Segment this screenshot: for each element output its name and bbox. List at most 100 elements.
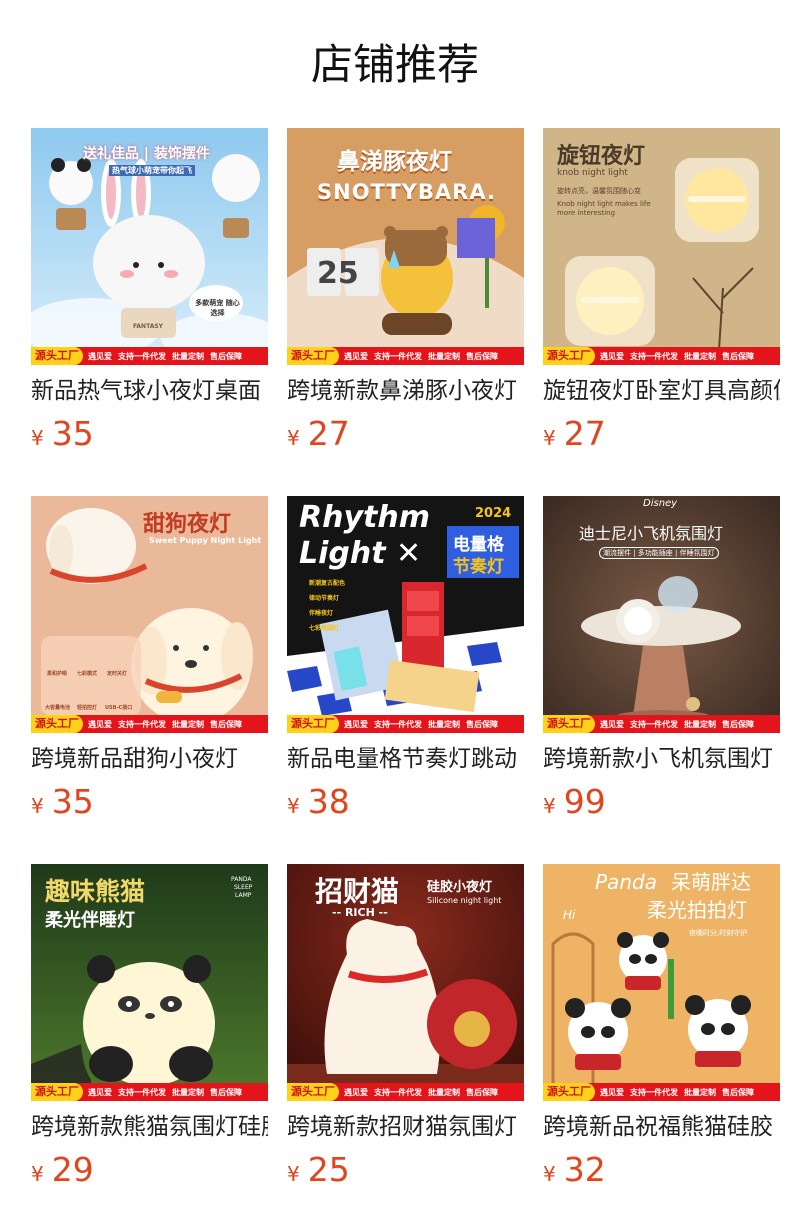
promo-tag: 批量定制: [684, 351, 716, 361]
factory-badge: 源头工厂: [543, 1083, 595, 1101]
product-card[interactable]: Panda 呆萌胖达 柔光拍拍灯 夜晚时分,时刻守护 Hi 源头工厂 遇见爱 支持…: [543, 864, 780, 1194]
promo-banner: 源头工厂 遇见爱 支持一件代发 批量定制 售后保障: [543, 715, 780, 733]
factory-badge: 源头工厂: [287, 1083, 339, 1101]
product-card[interactable]: 趣味熊猫 柔光伴睡灯 PANDA SLEEP LAMP 源头工厂 遇见爱 支持一件…: [31, 864, 268, 1194]
product-image[interactable]: 鼻涕豚夜灯 SNOTTYBARA. 25: [287, 128, 524, 365]
promo-tag: 批量定制: [428, 1087, 460, 1097]
product-card[interactable]: 甜狗夜灯 Sweet Puppy Night Light 柔和护眼 七彩模式 定…: [31, 496, 268, 826]
image-caption: Sweet Puppy Night Light: [149, 536, 262, 545]
promo-banner: 源头工厂 遇见爱 支持一件代发 批量定制 售后保障: [31, 1083, 268, 1101]
promo-banner: 源头工厂 遇见爱 支持一件代发 批量定制 售后保障: [287, 1083, 524, 1101]
image-caption: Panda: [595, 870, 657, 894]
promo-tag: 遇见爱: [600, 351, 624, 361]
factory-badge: 源头工厂: [287, 715, 339, 733]
product-image[interactable]: 旋钮夜灯 knob night light 旋转点亮，温馨氛围随心变 Knob …: [543, 128, 780, 365]
image-caption: SLEEP: [234, 884, 253, 891]
image-caption: knob night light: [557, 168, 628, 178]
promo-banner: 源头工厂 遇见爱 支持一件代发 批量定制 售后保障: [31, 715, 268, 733]
image-caption: -- RICH --: [332, 906, 388, 919]
image-caption: 旋钮夜灯: [557, 144, 646, 169]
price-value: 99: [563, 782, 606, 821]
promo-tag: 售后保障: [210, 1087, 242, 1097]
promo-banner: 源头工厂 遇见爱 支持一件代发 批量定制 售后保障: [287, 347, 524, 365]
product-price: ¥27: [543, 414, 606, 454]
product-name[interactable]: 跨境新款鼻涕豚小夜灯: [287, 374, 524, 408]
image-caption: Knob night light makes life: [557, 200, 651, 208]
promo-tag: 支持一件代发: [630, 351, 678, 361]
image-caption: 伴睡夜灯: [309, 610, 334, 617]
product-price: ¥32: [543, 1150, 606, 1190]
promo-tag: 售后保障: [466, 719, 498, 729]
image-caption: 七彩模式: [77, 671, 98, 677]
promo-tag: 售后保障: [722, 351, 754, 361]
image-caption: 硅胶小夜灯: [427, 880, 493, 895]
section-title: 店铺推荐: [310, 40, 479, 89]
price-value: 27: [307, 414, 350, 453]
image-caption: 多款萌宠 随心选择: [195, 299, 240, 317]
product-name[interactable]: 跨境新品甜狗小夜灯: [31, 742, 268, 776]
product-name[interactable]: 跨境新款招财猫氛围灯: [287, 1110, 524, 1144]
image-caption: 趣味熊猫: [45, 877, 146, 906]
image-caption: 新潮复古配色: [309, 580, 346, 587]
image-caption: SNOTTYBARA.: [317, 180, 496, 204]
product-image[interactable]: 趣味熊猫 柔光伴睡灯 PANDA SLEEP LAMP: [31, 864, 268, 1101]
promo-banner: 源头工厂 遇见爱 支持一件代发 批量定制 售后保障: [543, 1083, 780, 1101]
image-caption: 柔光伴睡灯: [45, 910, 135, 931]
promo-tag: 遇见爱: [344, 351, 368, 361]
product-card[interactable]: Disney 迪士尼小飞机氛围灯 潮流摆件 | 多功能插座 | 伴睡氛围灯 源头…: [543, 496, 780, 826]
image-caption: 轻拍控灯: [77, 705, 98, 711]
product-name[interactable]: 跨境新品祝福熊猫硅胶: [543, 1110, 780, 1144]
factory-badge: 源头工厂: [31, 715, 83, 733]
promo-tag: 售后保障: [722, 719, 754, 729]
product-image[interactable]: Panda 呆萌胖达 柔光拍拍灯 夜晚时分,时刻守护 Hi: [543, 864, 780, 1101]
promo-tag: 遇见爱: [344, 719, 368, 729]
price-value: 32: [563, 1150, 606, 1189]
factory-badge: 源头工厂: [543, 347, 595, 365]
currency-symbol: ¥: [287, 1162, 300, 1186]
promo-tag: 支持一件代发: [374, 719, 422, 729]
image-caption: 柔和护眼: [47, 671, 68, 677]
image-caption: Rhythm: [299, 500, 430, 535]
product-card[interactable]: 旋钮夜灯 knob night light 旋转点亮，温馨氛围随心变 Knob …: [543, 128, 780, 458]
product-image[interactable]: Disney 迪士尼小飞机氛围灯 潮流摆件 | 多功能插座 | 伴睡氛围灯: [543, 496, 780, 733]
currency-symbol: ¥: [31, 426, 44, 450]
image-caption: more interesting: [557, 209, 616, 217]
promo-tag: 遇见爱: [344, 1087, 368, 1097]
product-image[interactable]: 送礼佳品 | 装饰摆件 热气球小萌宠带你起飞 多款萌宠 随心选择 FANTASY: [31, 128, 268, 365]
product-card[interactable]: 鼻涕豚夜灯 SNOTTYBARA. 25 源头工厂 遇见爱 支持一件代发 批量定制售…: [287, 128, 524, 458]
promo-banner: 源头工厂 遇见爱 支持一件代发 批量定制 售后保障: [31, 347, 268, 365]
image-caption: 潮流摆件 | 多功能插座 | 伴睡氛围灯: [599, 547, 719, 559]
factory-badge: 源头工厂: [287, 347, 339, 365]
product-name[interactable]: 新品热气球小夜灯桌面: [31, 374, 268, 408]
product-name[interactable]: 跨境新款小飞机氛围灯: [543, 742, 780, 776]
product-image[interactable]: Rhythm Light ✕ 2024 电量格 节奏灯 新潮复古配色 律动节奏灯…: [287, 496, 524, 733]
image-caption: 律动节奏灯: [309, 595, 340, 602]
product-name[interactable]: 新品电量格节奏灯跳动: [287, 742, 524, 776]
currency-symbol: ¥: [287, 794, 300, 818]
currency-symbol: ¥: [543, 1162, 556, 1186]
promo-tag: 遇见爱: [88, 351, 112, 361]
image-caption: 25: [317, 256, 359, 291]
price-value: 38: [307, 782, 350, 821]
currency-symbol: ¥: [31, 794, 44, 818]
product-card[interactable]: 送礼佳品 | 装饰摆件 热气球小萌宠带你起飞 多款萌宠 随心选择 FANTASY…: [31, 128, 268, 458]
product-image[interactable]: 甜狗夜灯 Sweet Puppy Night Light 柔和护眼 七彩模式 定…: [31, 496, 268, 733]
promo-tag: 售后保障: [210, 719, 242, 729]
promo-tag: 批量定制: [684, 719, 716, 729]
image-caption: 甜狗夜灯: [143, 512, 232, 537]
image-caption: FANTASY: [133, 323, 164, 330]
factory-badge: 源头工厂: [31, 1083, 83, 1101]
promo-tag: 遇见爱: [88, 1087, 112, 1097]
product-name[interactable]: 旋钮夜灯卧室灯具高颜值: [543, 374, 780, 408]
product-name[interactable]: 跨境新款熊猫氛围灯硅胶: [31, 1110, 268, 1144]
promo-tag: 支持一件代发: [118, 351, 166, 361]
product-card[interactable]: 招财猫 -- RICH -- 硅胶小夜灯 Silicone night ligh…: [287, 864, 524, 1194]
image-caption: Silicone night light: [427, 896, 502, 905]
product-image[interactable]: 招财猫 -- RICH -- 硅胶小夜灯 Silicone night ligh…: [287, 864, 524, 1101]
product-card[interactable]: Rhythm Light ✕ 2024 电量格 节奏灯 新潮复古配色 律动节奏灯…: [287, 496, 524, 826]
factory-badge: 源头工厂: [543, 715, 595, 733]
image-caption: 柔光拍拍灯: [647, 898, 747, 922]
price-value: 27: [563, 414, 606, 453]
product-price: ¥99: [543, 782, 606, 822]
currency-symbol: ¥: [543, 426, 556, 450]
